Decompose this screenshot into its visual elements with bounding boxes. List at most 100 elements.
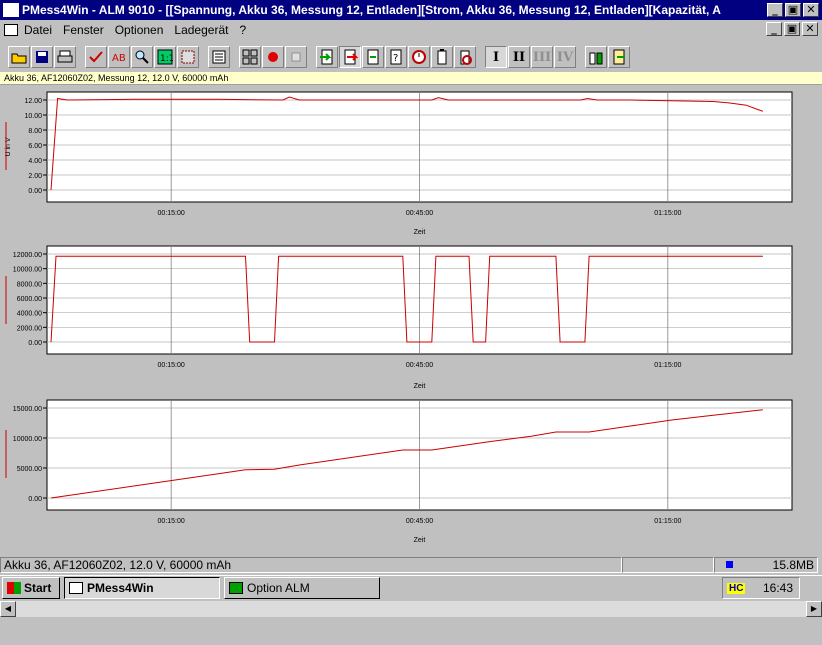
activity-indicator-icon (726, 561, 733, 568)
y-tick-label: 2.00 (28, 173, 42, 180)
timer-icon[interactable] (408, 46, 430, 68)
batteries-icon[interactable] (585, 46, 607, 68)
task-option-alm[interactable]: Option ALM (224, 577, 380, 599)
scroll-left-icon[interactable]: ◀ (0, 600, 16, 617)
child-close-button[interactable]: ✕ (802, 22, 818, 36)
spellcheck-icon[interactable]: AB (108, 46, 130, 68)
channel-iii-button[interactable]: III (531, 46, 553, 68)
close-button[interactable]: ✕ (803, 3, 819, 17)
grid-icon[interactable] (239, 46, 261, 68)
memory-panel: 15.8MB (714, 556, 818, 573)
exit-icon[interactable] (608, 46, 630, 68)
memory-value: 15.8MB (772, 557, 814, 572)
stop-icon[interactable] (285, 46, 307, 68)
chart-panel-3: 15000.00 10000.00 5000.00 0.00 00:15:00 00:45… (5, 399, 793, 544)
y-tick-label: 6000.00 (17, 296, 42, 303)
import-icon[interactable] (316, 46, 338, 68)
resize-icon[interactable] (177, 46, 199, 68)
svg-text:1:1: 1:1 (160, 54, 173, 64)
x-tick-label: 01:15:00 (654, 362, 681, 369)
scroll-right-icon[interactable]: ▶ (806, 600, 822, 617)
desktop-bottom (0, 617, 822, 645)
document-icon[interactable] (4, 23, 18, 36)
x-tick-label: 01:15:00 (654, 210, 681, 217)
svg-text:?: ? (393, 53, 398, 64)
horizontal-scrollbar[interactable]: ◀ ▶ (0, 600, 822, 617)
fit-icon[interactable]: 1:1 (154, 46, 176, 68)
save-icon[interactable] (31, 46, 53, 68)
query-icon[interactable]: ? (385, 46, 407, 68)
status-empty-panel (622, 556, 714, 573)
open-icon[interactable] (8, 46, 30, 68)
y-tick-label: 15000.00 (13, 406, 42, 413)
window-title: PMess4Win - ALM 9010 - [[Spannung, Akku … (22, 3, 721, 17)
task-option-alm-label: Option ALM (247, 581, 310, 595)
svg-text:AB: AB (112, 53, 126, 64)
scroll-track[interactable] (16, 600, 806, 617)
task-pmess4win-label: PMess4Win (87, 581, 154, 595)
toolbar: AB 1:1 ? I II III IV (0, 42, 822, 72)
y-tick-label: 12.00 (24, 98, 42, 105)
menu-datei[interactable]: Datei (24, 23, 52, 37)
child-restore-button[interactable]: ▣ (784, 22, 800, 36)
channel-ii-button[interactable]: II (508, 46, 530, 68)
x-tick-label: 00:15:00 (158, 518, 185, 525)
battery-delete-icon[interactable] (454, 46, 476, 68)
y-tick-label: 5000.00 (17, 466, 42, 473)
x-tick-label: 00:45:00 (406, 518, 433, 525)
menu-bar: Datei Fenster Optionen Ladegerät ? _ ▣ ✕ (0, 20, 822, 39)
title-bar: PMess4Win - ALM 9010 - [[Spannung, Akku … (0, 0, 822, 20)
x-axis-label: Zeit (414, 537, 426, 544)
record-icon[interactable] (262, 46, 284, 68)
y-tick-label: 0.00 (28, 188, 42, 195)
y-tick-label: 6.00 (28, 143, 42, 150)
task-pmess4win[interactable]: PMess4Win (64, 577, 220, 599)
taskbar: Start PMess4Win Option ALM HC 16:43 (0, 575, 822, 600)
y-tick-label: 0.00 (28, 340, 42, 347)
chart-panel-2: 12000.00 10000.00 8000.00 6000.00 4000.00 200… (5, 245, 793, 390)
status-text: Akku 36, AF12060Z02, 12.0 V, 60000 mAh (0, 556, 622, 573)
x-tick-label: 00:45:00 (406, 210, 433, 217)
y-tick-label: 12000.00 (13, 252, 42, 259)
window-controls: _ ▣ ✕ (767, 3, 819, 17)
charts-svg: 12.00 10.00 8.00 6.00 4.00 2.00 0.00 00:15:00 00… (5, 91, 793, 544)
y-tick-label: 8.00 (28, 128, 42, 135)
child-window-controls: _ ▣ ✕ (766, 22, 818, 36)
menu-fenster[interactable]: Fenster (63, 23, 104, 37)
start-label: Start (24, 581, 52, 595)
clock: 16:43 (762, 581, 793, 595)
start-button[interactable]: Start (2, 577, 60, 599)
system-tray: HC 16:43 (722, 577, 800, 599)
app-icon[interactable] (3, 3, 19, 17)
settings-icon[interactable] (208, 46, 230, 68)
chart-panel-1: 12.00 10.00 8.00 6.00 4.00 2.00 0.00 00:15:00 00… (5, 91, 793, 236)
x-tick-label: 00:15:00 (158, 362, 185, 369)
x-tick-label: 01:15:00 (654, 518, 681, 525)
menu-ladegeraet[interactable]: Ladegerät (174, 23, 228, 37)
hc-tray-icon[interactable]: HC (727, 582, 746, 594)
search-icon[interactable] (131, 46, 153, 68)
minimize-button[interactable]: _ (767, 3, 783, 17)
next-icon[interactable] (362, 46, 384, 68)
check-icon[interactable] (85, 46, 107, 68)
y-tick-label: 10000.00 (13, 267, 42, 274)
menu-optionen[interactable]: Optionen (115, 23, 164, 37)
y-tick-label: 10000.00 (13, 436, 42, 443)
export-icon[interactable] (339, 46, 361, 68)
y-tick-label: 0.00 (28, 496, 42, 503)
battery-icon[interactable] (431, 46, 453, 68)
channel-iv-button[interactable]: IV (554, 46, 576, 68)
y-tick-label: 8000.00 (17, 281, 42, 288)
x-axis-label: Zeit (414, 229, 426, 236)
menu-help[interactable]: ? (239, 23, 246, 37)
restore-button[interactable]: ▣ (785, 3, 801, 17)
child-minimize-button[interactable]: _ (766, 22, 782, 36)
print-icon[interactable] (54, 46, 76, 68)
channel-i-button[interactable]: I (485, 46, 507, 68)
y-tick-label: 10.00 (24, 113, 42, 120)
pmess-task-icon (69, 582, 83, 594)
option-alm-task-icon (229, 582, 243, 594)
status-bar: Akku 36, AF12060Z02, 12.0 V, 60000 mAh 1… (0, 556, 822, 573)
windows-logo-icon (7, 582, 21, 594)
x-tick-label: 00:45:00 (406, 362, 433, 369)
